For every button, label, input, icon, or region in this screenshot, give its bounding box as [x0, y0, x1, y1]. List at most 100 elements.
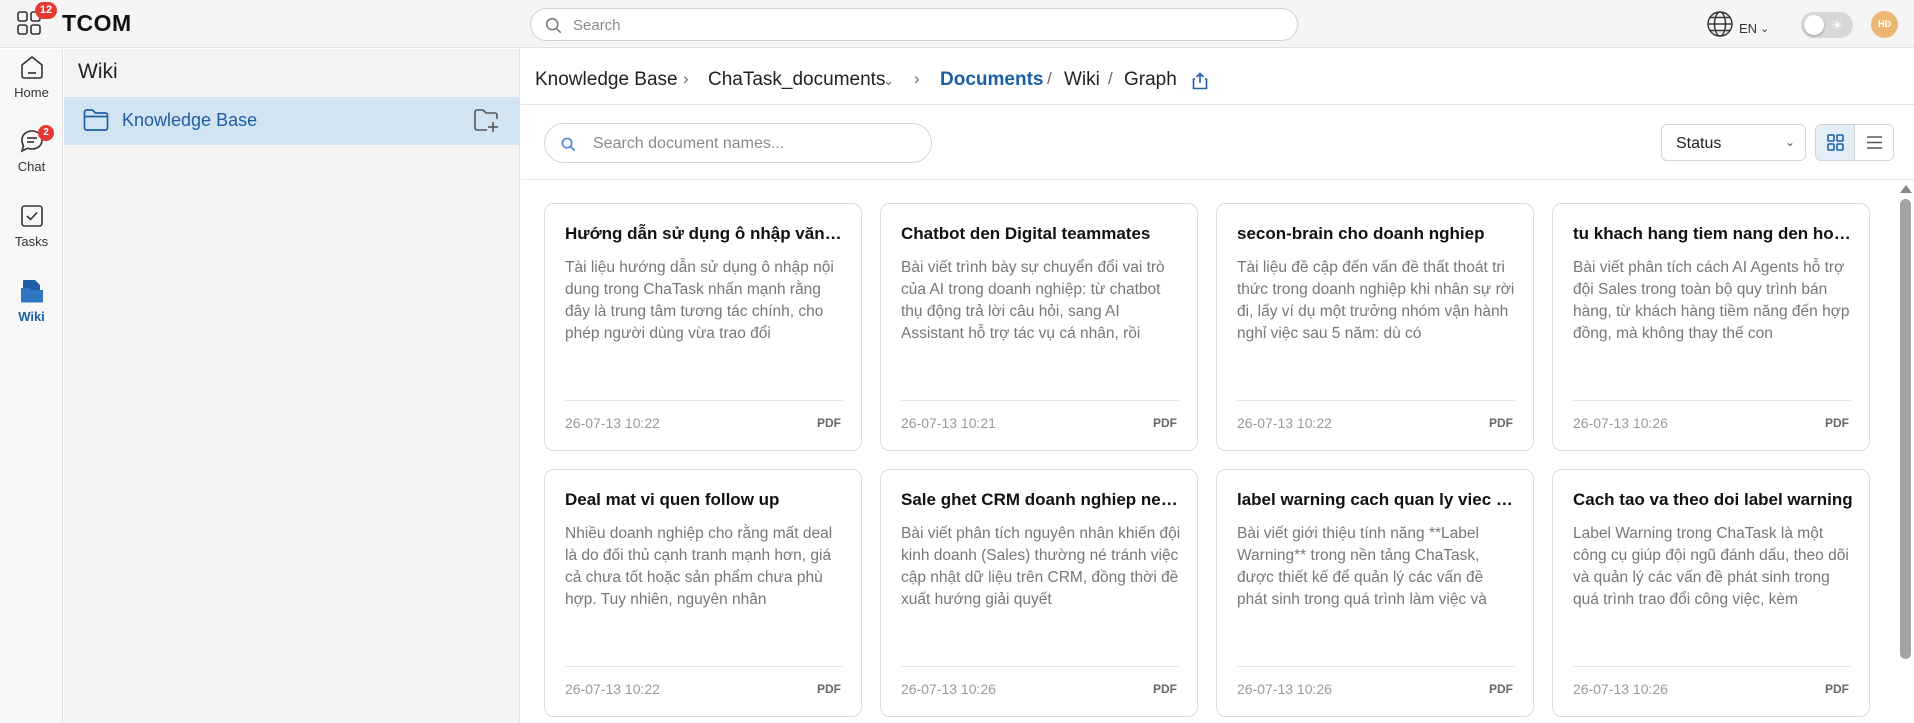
card-divider [901, 400, 1179, 401]
document-type-badge: PDF [1489, 682, 1513, 696]
scroll-up-arrow[interactable] [1900, 185, 1912, 193]
document-date: 26-07-13 10:21 [901, 415, 996, 431]
app-title: TCOM [62, 10, 132, 36]
folder-icon [83, 109, 109, 131]
document-date: 26-07-13 10:22 [565, 681, 660, 697]
main-content: Knowledge Base › ChaTask_documents ⌄ › D… [521, 49, 1914, 723]
card-divider [1573, 666, 1851, 667]
breadcrumb-wiki[interactable]: Wiki [1064, 69, 1100, 91]
document-type-badge: PDF [1825, 682, 1849, 696]
scrollbar-thumb[interactable] [1900, 199, 1911, 659]
breadcrumb-documents[interactable]: Documents [940, 69, 1043, 91]
grid-view-button[interactable] [1816, 125, 1855, 160]
vertical-scrollbar[interactable] [1898, 179, 1912, 723]
document-date: 26-07-13 10:22 [1237, 415, 1332, 431]
document-date: 26-07-13 10:26 [1573, 681, 1668, 697]
wiki-title: Wiki [78, 60, 118, 83]
rail-label: Home [14, 85, 49, 100]
breadcrumb-graph[interactable]: Graph [1124, 69, 1177, 91]
document-card[interactable]: secon-brain cho doanh nghiep Tài liệu đề… [1216, 203, 1534, 451]
card-divider [901, 666, 1179, 667]
rail-item-tasks[interactable]: Tasks [0, 202, 63, 264]
rail-item-home[interactable]: Home [0, 53, 63, 115]
document-card[interactable]: Cach tao va theo doi label warning Label… [1552, 469, 1870, 717]
view-mode-toggle [1815, 124, 1894, 161]
rail-label: Wiki [18, 309, 45, 324]
document-card[interactable]: Chatbot den Digital teammates Bài viết t… [880, 203, 1198, 451]
document-date: 26-07-13 10:26 [901, 681, 996, 697]
share-icon[interactable] [1190, 71, 1210, 91]
document-title: Chatbot den Digital teammates [901, 224, 1151, 243]
document-search-input[interactable] [593, 134, 913, 154]
document-title: Cach tao va theo doi label warning [1573, 490, 1853, 509]
card-divider [1573, 400, 1851, 401]
top-bar: 12 TCOM EN ⌄ ☀ HĐ [0, 0, 1914, 48]
breadcrumb-separator: › [914, 69, 920, 88]
status-filter-select[interactable]: Status ⌄ [1661, 124, 1806, 161]
global-search [530, 8, 1298, 41]
avatar[interactable]: HĐ [1871, 11, 1898, 38]
chevron-down-icon: ⌄ [1760, 23, 1770, 35]
rail-item-chat[interactable]: 2 Chat [0, 125, 63, 189]
breadcrumb-separator: / [1108, 69, 1113, 88]
document-title: Deal mat vi quen follow up [565, 490, 780, 509]
document-type-badge: PDF [1825, 416, 1849, 430]
document-card[interactable]: Hướng dẫn sử dụng ô nhập văn bản Tài liệ… [544, 203, 862, 451]
chevron-down-icon[interactable]: ⌄ [883, 73, 894, 89]
global-search-input[interactable] [573, 15, 1273, 35]
status-filter-label: Status [1676, 135, 1722, 152]
grid-view-icon [1827, 134, 1844, 151]
search-icon [561, 137, 576, 152]
rail-item-wiki[interactable]: Wiki [0, 277, 63, 339]
document-description: Tài liệu hướng dẫn sử dụng ô nhập nội du… [565, 259, 834, 342]
chevron-down-icon: ⌄ [1784, 135, 1795, 149]
document-description: Label Warning trong ChaTask là một công … [1573, 525, 1849, 608]
breadcrumb-separator: › [683, 69, 689, 88]
document-type-badge: PDF [1489, 416, 1513, 430]
breadcrumb-collection[interactable]: ChaTask_documents [708, 69, 885, 91]
theme-toggle[interactable]: ☀ [1801, 12, 1853, 38]
document-title: Sale ghet CRM doanh nghiep nen lam gi [901, 490, 1181, 509]
rail-label: Chat [17, 159, 46, 174]
card-divider [565, 400, 843, 401]
wiki-sidebar: Wiki Knowledge Base [64, 49, 520, 723]
document-card[interactable]: Sale ghet CRM doanh nghiep nen lam gi Bà… [880, 469, 1198, 717]
document-card[interactable]: label warning cach quan ly viec phat sin… [1216, 469, 1534, 717]
document-description: Bài viết giới thiệu tính năng **Label Wa… [1237, 525, 1487, 608]
document-card[interactable]: Deal mat vi quen follow up Nhiều doanh n… [544, 469, 862, 717]
wiki-icon [20, 280, 43, 303]
breadcrumb-knowledge-base[interactable]: Knowledge Base [535, 69, 678, 91]
document-title: Hướng dẫn sử dụng ô nhập văn bản [565, 224, 845, 243]
document-type-badge: PDF [817, 682, 841, 696]
document-type-badge: PDF [1153, 682, 1177, 696]
list-view-icon [1867, 136, 1882, 149]
card-divider [565, 666, 843, 667]
document-title: label warning cach quan ly viec phat sin… [1237, 490, 1517, 509]
document-description: Bài viết phân tích cách AI Agents hỗ trợ… [1573, 259, 1850, 342]
document-description: Tài liệu đề cập đến vấn đề thất thoát tr… [1237, 259, 1515, 342]
add-folder-icon[interactable] [472, 106, 500, 134]
list-view-button[interactable] [1855, 125, 1893, 160]
chat-badge: 2 [38, 125, 54, 141]
breadcrumb: Knowledge Base › ChaTask_documents ⌄ › D… [521, 49, 1914, 105]
document-grid: Hướng dẫn sử dụng ô nhập văn bản Tài liệ… [521, 179, 1914, 723]
document-search [544, 123, 932, 163]
document-type-badge: PDF [817, 416, 841, 430]
document-title: secon-brain cho doanh nghiep [1237, 224, 1485, 243]
rail-label: Tasks [14, 234, 49, 249]
apps-notification-badge: 12 [35, 2, 57, 19]
document-date: 26-07-13 10:26 [1573, 415, 1668, 431]
sidebar-item-knowledge-base[interactable]: Knowledge Base [64, 97, 520, 145]
language-selector[interactable]: EN ⌄ [1705, 9, 1769, 39]
document-description: Bài viết trình bày sự chuyển đổi vai trò… [901, 259, 1165, 342]
app-rail: Home 2 Chat Tasks Wiki [0, 49, 63, 723]
home-icon [20, 55, 43, 79]
globe-icon [1707, 11, 1733, 37]
tasks-icon [20, 205, 43, 227]
document-type-badge: PDF [1153, 416, 1177, 430]
document-card[interactable]: tu khach hang tiem nang den hop dong Bài… [1552, 203, 1870, 451]
document-description: Bài viết phân tích nguyên nhân khiến đội… [901, 525, 1181, 608]
breadcrumb-separator: / [1047, 69, 1052, 88]
sidebar-item-label: Knowledge Base [122, 110, 258, 130]
card-divider [1237, 666, 1515, 667]
